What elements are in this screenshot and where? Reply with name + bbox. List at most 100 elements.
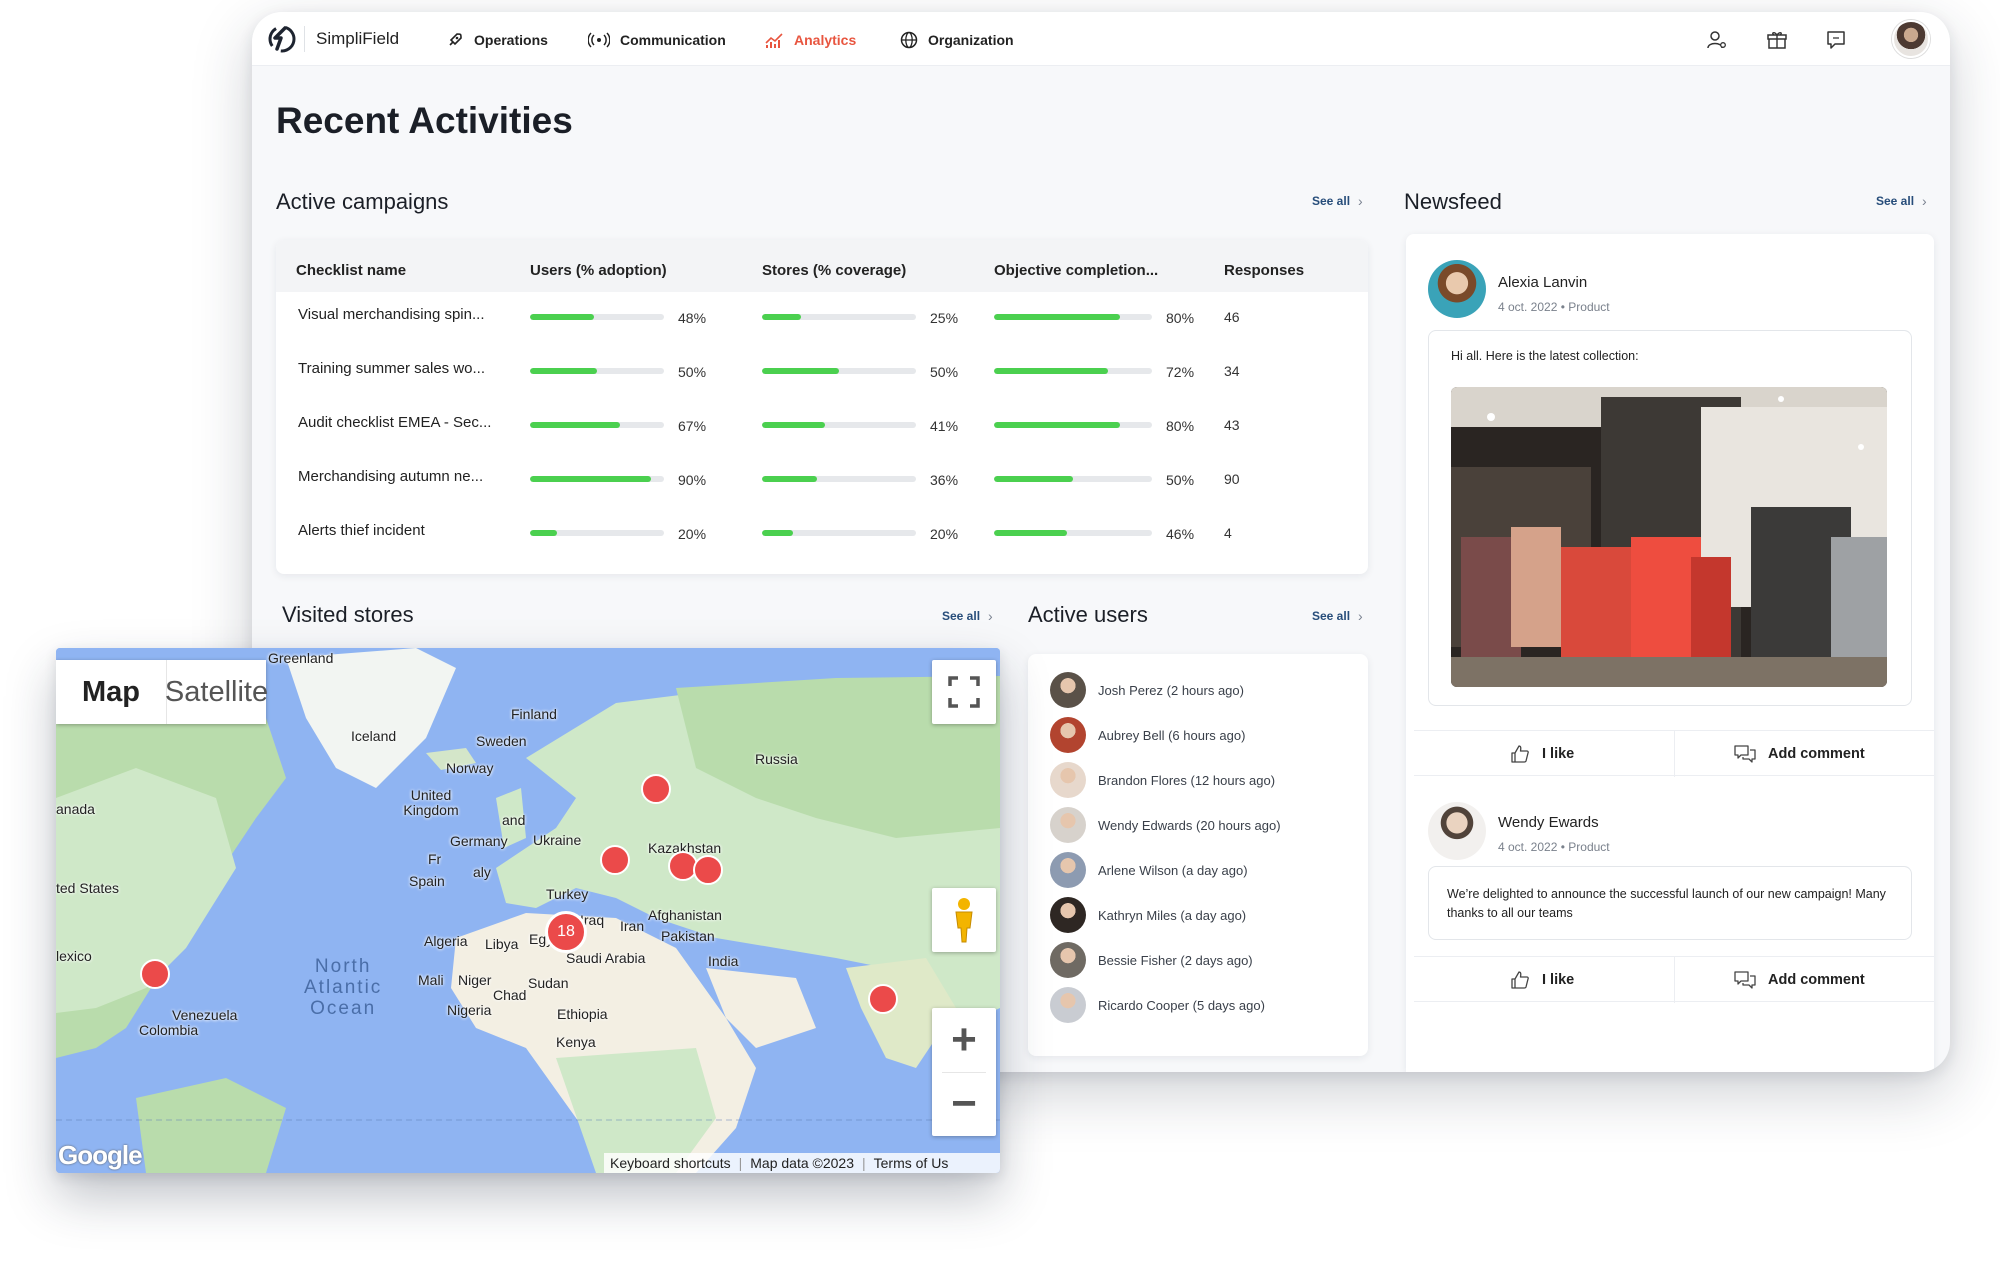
store-marker[interactable] [641, 774, 671, 804]
checklist-name[interactable]: Merchandising autumn ne... [298, 468, 483, 485]
store-photo-image[interactable] [1451, 387, 1887, 687]
post-date: 4 oct. 2022 [1498, 300, 1558, 314]
active-user-item[interactable]: Kathryn Miles (a day ago) [1050, 897, 1246, 933]
zoom-in-button[interactable]: + [932, 1008, 996, 1072]
nav-label: Organization [928, 32, 1014, 48]
like-button[interactable]: I like [1510, 957, 1574, 1003]
progress-fill [762, 476, 818, 482]
users-see-all-link[interactable]: See all › [1312, 608, 1363, 624]
post-author[interactable]: Wendy Ewards [1498, 814, 1599, 831]
map-place-label: Greenland [268, 650, 334, 666]
stores-see-all-link[interactable]: See all › [942, 608, 993, 624]
active-user-item[interactable]: Wendy Edwards (20 hours ago) [1050, 807, 1281, 843]
gift-icon[interactable] [1766, 29, 1788, 51]
newsfeed-see-all-link[interactable]: See all › [1876, 193, 1927, 209]
map-place-label: Ethiopia [557, 1006, 608, 1022]
checklist-name[interactable]: Visual merchandising spin... [298, 306, 485, 323]
active-user-item[interactable]: Bessie Fisher (2 days ago) [1050, 942, 1253, 978]
street-view-button[interactable] [932, 888, 996, 952]
col-checklist-name[interactable]: Checklist name [296, 262, 406, 279]
map-place-label: ted States [56, 880, 120, 896]
checklist-name[interactable]: Training summer sales wo... [298, 360, 485, 377]
users-adoption-value: 48% [678, 310, 707, 326]
pegman-icon [955, 898, 973, 943]
brand-name: SimpliField [316, 29, 400, 48]
active-user-item[interactable]: Brandon Flores (12 hours ago) [1050, 762, 1275, 798]
active-user-item[interactable]: Arlene Wilson (a day ago) [1050, 852, 1248, 888]
brand-divider [304, 26, 305, 52]
store-marker[interactable] [693, 855, 723, 885]
active-user-item[interactable]: Aubrey Bell (6 hours ago) [1050, 717, 1245, 753]
table-row[interactable]: Audit checklist EMEA - Sec... 67% 41% 80% 43 [276, 400, 1368, 454]
col-users[interactable]: Users (% adoption) [530, 262, 667, 279]
stores-coverage-progress-bar [762, 368, 916, 374]
col-stores[interactable]: Stores (% coverage) [762, 262, 906, 279]
post-text: Hi all. Here is the latest collection: [1451, 349, 1639, 363]
see-all-label: See all [1312, 609, 1351, 623]
table-row[interactable]: Merchandising autumn ne... 90% 36% 50% 90 [276, 454, 1368, 508]
user-avatar[interactable] [1892, 20, 1930, 58]
objective-completion-value: 46% [1166, 526, 1195, 542]
store-marker[interactable] [600, 845, 630, 875]
map-canvas[interactable] [56, 648, 1000, 1173]
chevron-right-icon: › [1358, 608, 1363, 624]
chevron-right-icon: › [988, 608, 993, 624]
table-row[interactable]: Visual merchandising spin... 48% 25% 80% 46 [276, 292, 1368, 346]
map-place-label: anada [56, 801, 95, 817]
post-author-avatar[interactable] [1428, 802, 1486, 860]
map-tab[interactable]: Map [56, 660, 166, 724]
map-place-label: Iran [620, 918, 645, 934]
map-place-label: Afghanistan [648, 907, 722, 923]
nav-label: Communication [620, 32, 726, 48]
fullscreen-button[interactable] [932, 660, 996, 724]
simplifield-logo-icon[interactable] [268, 25, 296, 53]
map-place-label: Libya [485, 936, 519, 952]
progress-fill [994, 530, 1067, 536]
store-cluster-marker[interactable]: 18 [545, 911, 587, 953]
like-button[interactable]: I like [1510, 731, 1574, 777]
user-avatar [1050, 762, 1086, 798]
nav-label: Operations [474, 32, 548, 48]
keyboard-shortcuts-link[interactable]: Keyboard shortcuts [610, 1155, 731, 1171]
post-content: We’re delighted to announce the successf… [1428, 866, 1912, 940]
chat-icon[interactable] [1825, 29, 1847, 51]
map-place-label: lexico [56, 948, 92, 964]
nav-communication[interactable]: Communication [588, 31, 726, 49]
store-marker[interactable] [868, 984, 898, 1014]
post-author-avatar[interactable] [1428, 260, 1486, 318]
like-label: I like [1542, 746, 1575, 762]
table-row[interactable]: Training summer sales wo... 50% 50% 72% 34 [276, 346, 1368, 400]
progress-fill [530, 368, 597, 374]
active-user-item[interactable]: Josh Perez (2 hours ago) [1050, 672, 1244, 708]
nav-organization[interactable]: Organization [900, 31, 1014, 49]
checklist-name[interactable]: Audit checklist EMEA - Sec... [298, 414, 491, 431]
responses-value: 34 [1224, 363, 1240, 379]
terms-link[interactable]: Terms of Us [874, 1155, 949, 1171]
store-marker[interactable] [140, 959, 170, 989]
nav-operations[interactable]: Operations [446, 31, 548, 49]
col-objective[interactable]: Objective completion... [994, 262, 1158, 279]
objective-completion-progress-bar [994, 530, 1152, 536]
map-place-label: Russia [755, 751, 798, 767]
user-settings-icon[interactable] [1706, 29, 1728, 51]
map-place-label: Spain [409, 873, 445, 889]
checklist-name[interactable]: Alerts thief incident [298, 522, 425, 539]
nav-analytics[interactable]: Analytics [764, 31, 856, 49]
satellite-tab[interactable]: Satellite [165, 660, 268, 724]
users-adoption-progress-bar [530, 368, 664, 374]
progress-fill [530, 422, 620, 428]
col-responses[interactable]: Responses [1224, 262, 1304, 279]
zoom-out-button[interactable]: − [932, 1072, 996, 1136]
visited-stores-map[interactable]: Map Satellite + − Greenland Iceland Finlan… [56, 648, 1000, 1173]
objective-completion-value: 72% [1166, 364, 1195, 380]
add-comment-button[interactable]: Add comment [1734, 957, 1865, 1003]
post-author[interactable]: Alexia Lanvin [1498, 274, 1587, 291]
active-user-item[interactable]: Ricardo Cooper (5 days ago) [1050, 987, 1265, 1023]
table-row[interactable]: Alerts thief incident 20% 20% 46% 4 [276, 508, 1368, 562]
campaigns-see-all-link[interactable]: See all › [1312, 193, 1363, 209]
progress-fill [762, 530, 793, 536]
users-adoption-value: 90% [678, 472, 707, 488]
actions-divider [1674, 957, 1675, 1003]
add-comment-button[interactable]: Add comment [1734, 731, 1865, 777]
users-adoption-progress-bar [530, 530, 664, 536]
